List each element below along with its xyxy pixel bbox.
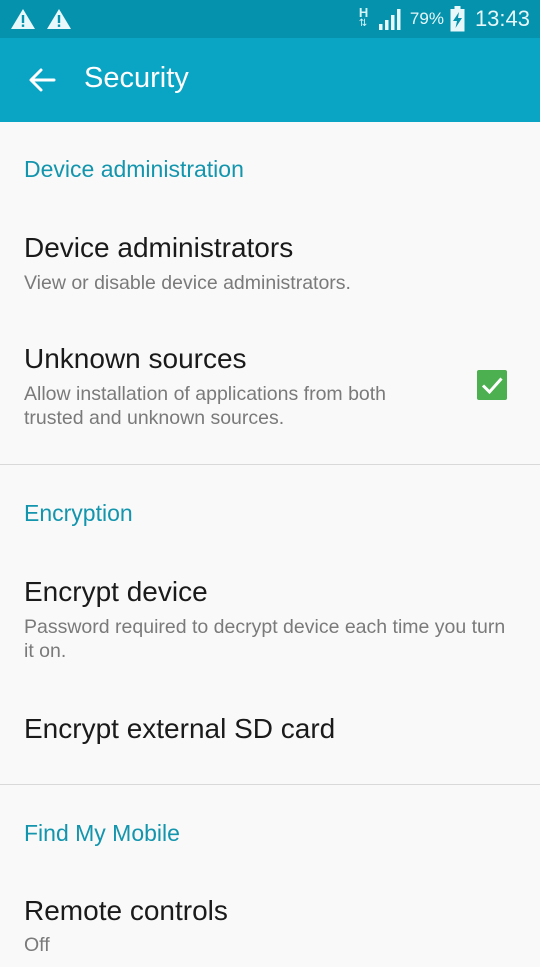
data-activity-icon: ⇅ (358, 18, 368, 29)
checkmark-icon (481, 377, 503, 395)
page-title: Security (84, 62, 189, 94)
network-type-icon: H ⇅ (358, 5, 372, 32)
setting-title: Encrypt external SD card (24, 713, 336, 744)
setting-summary: Off (24, 934, 50, 956)
back-arrow-icon[interactable] (26, 64, 58, 96)
clock: 13:43 (474, 6, 530, 31)
section-divider (0, 464, 540, 465)
battery-percent: 79% (409, 9, 444, 28)
section-header-device-administration: Device administration (24, 156, 244, 182)
setting-title: Unknown sources (24, 343, 247, 374)
setting-title: Remote controls (24, 895, 228, 926)
app-bar: Security (0, 38, 540, 122)
section-header-encryption: Encryption (24, 500, 133, 526)
warning-icon (11, 9, 35, 29)
signal-icon (378, 9, 401, 30)
setting-summary: View or disable device administrators. (24, 272, 351, 294)
setting-summary: Allow installation of applications from … (24, 383, 387, 429)
setting-title: Encrypt device (24, 576, 208, 607)
section-divider (0, 784, 540, 785)
system-status: H ⇅ 79% 13:43 (358, 0, 530, 38)
section-header-find-my-mobile: Find My Mobile (24, 820, 180, 846)
unknown-sources-checkbox[interactable] (477, 370, 507, 400)
notification-icons (10, 8, 72, 30)
setting-title: Device administrators (24, 232, 294, 263)
warning-icon (47, 9, 71, 29)
battery-charging-icon (450, 6, 465, 32)
setting-summary: Password required to decrypt device each… (24, 616, 506, 662)
status-bar: H ⇅ 79% 13:43 (0, 0, 540, 38)
